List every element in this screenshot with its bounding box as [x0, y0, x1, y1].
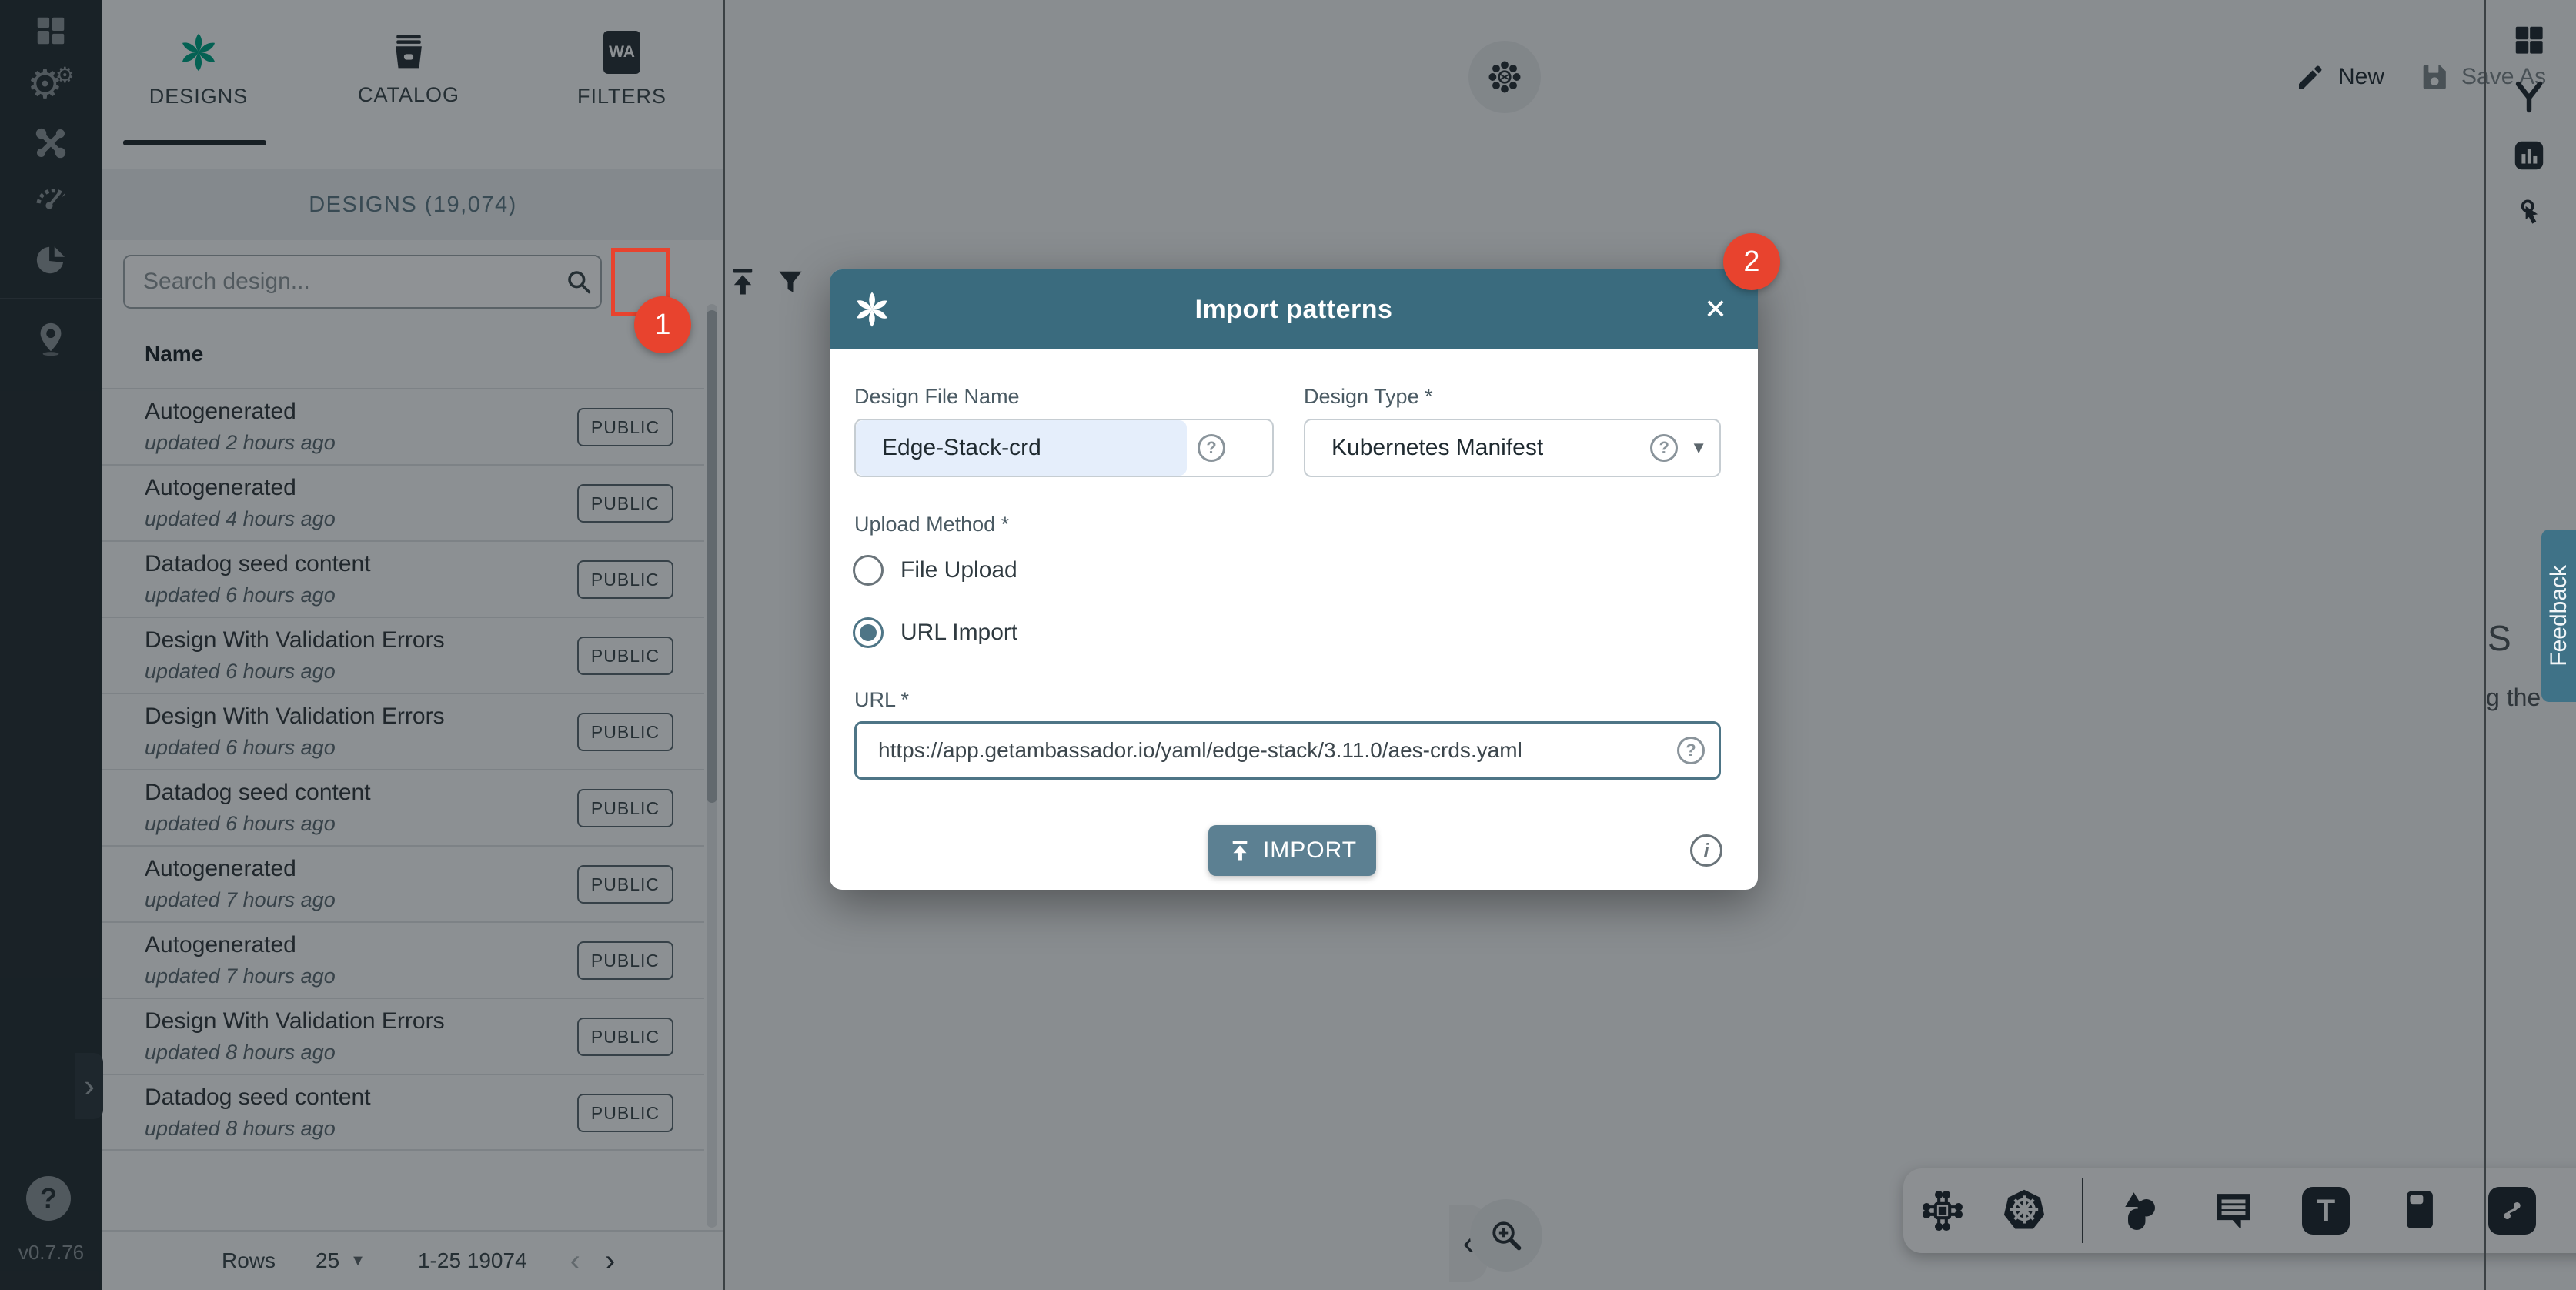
- import-button-label: IMPORT: [1263, 837, 1357, 864]
- design-file-name-field: ?: [854, 419, 1274, 477]
- radio-url-import[interactable]: URL Import: [853, 617, 1017, 648]
- design-file-name-label: Design File Name: [854, 385, 1020, 409]
- design-type-value: Kubernetes Manifest: [1305, 435, 1650, 461]
- feedback-label: Feedback: [2546, 565, 2572, 667]
- radio-file-upload-label: File Upload: [900, 557, 1017, 583]
- close-icon[interactable]: ✕: [1673, 293, 1758, 326]
- meshery-app: ⚙⚙ › ? v0.7.76: [0, 0, 2576, 1290]
- field-help-icon[interactable]: ?: [1198, 434, 1225, 462]
- url-field: ?: [854, 721, 1721, 780]
- design-file-name-input[interactable]: [856, 420, 1187, 476]
- upload-method-label: Upload Method *: [854, 513, 1009, 536]
- design-type-select[interactable]: Kubernetes Manifest ? ▼: [1304, 419, 1721, 477]
- info-icon[interactable]: i: [1690, 834, 1722, 867]
- radio-file-upload[interactable]: File Upload: [853, 555, 1017, 586]
- url-label: URL *: [854, 688, 909, 712]
- radio-selected-icon: [853, 617, 884, 648]
- import-patterns-modal: Import patterns ✕ Design File Name ? Des…: [830, 269, 1758, 890]
- feedback-tab[interactable]: Feedback: [2541, 530, 2576, 702]
- step1-badge: 1: [634, 296, 691, 353]
- field-help-icon[interactable]: ?: [1677, 737, 1705, 764]
- modal-header: Import patterns ✕: [830, 269, 1758, 349]
- chevron-down-icon: ▼: [1690, 438, 1707, 458]
- field-help-icon[interactable]: ?: [1650, 434, 1678, 462]
- meshery-logo-icon: [830, 289, 914, 329]
- design-type-label: Design Type *: [1304, 385, 1433, 409]
- step2-badge: 2: [1723, 233, 1780, 290]
- radio-url-import-label: URL Import: [900, 620, 1017, 646]
- radio-unselected-icon: [853, 555, 884, 586]
- modal-title: Import patterns: [914, 295, 1673, 325]
- url-input[interactable]: [857, 724, 1666, 777]
- import-button[interactable]: IMPORT: [1208, 825, 1376, 876]
- upload-icon: [1228, 838, 1252, 863]
